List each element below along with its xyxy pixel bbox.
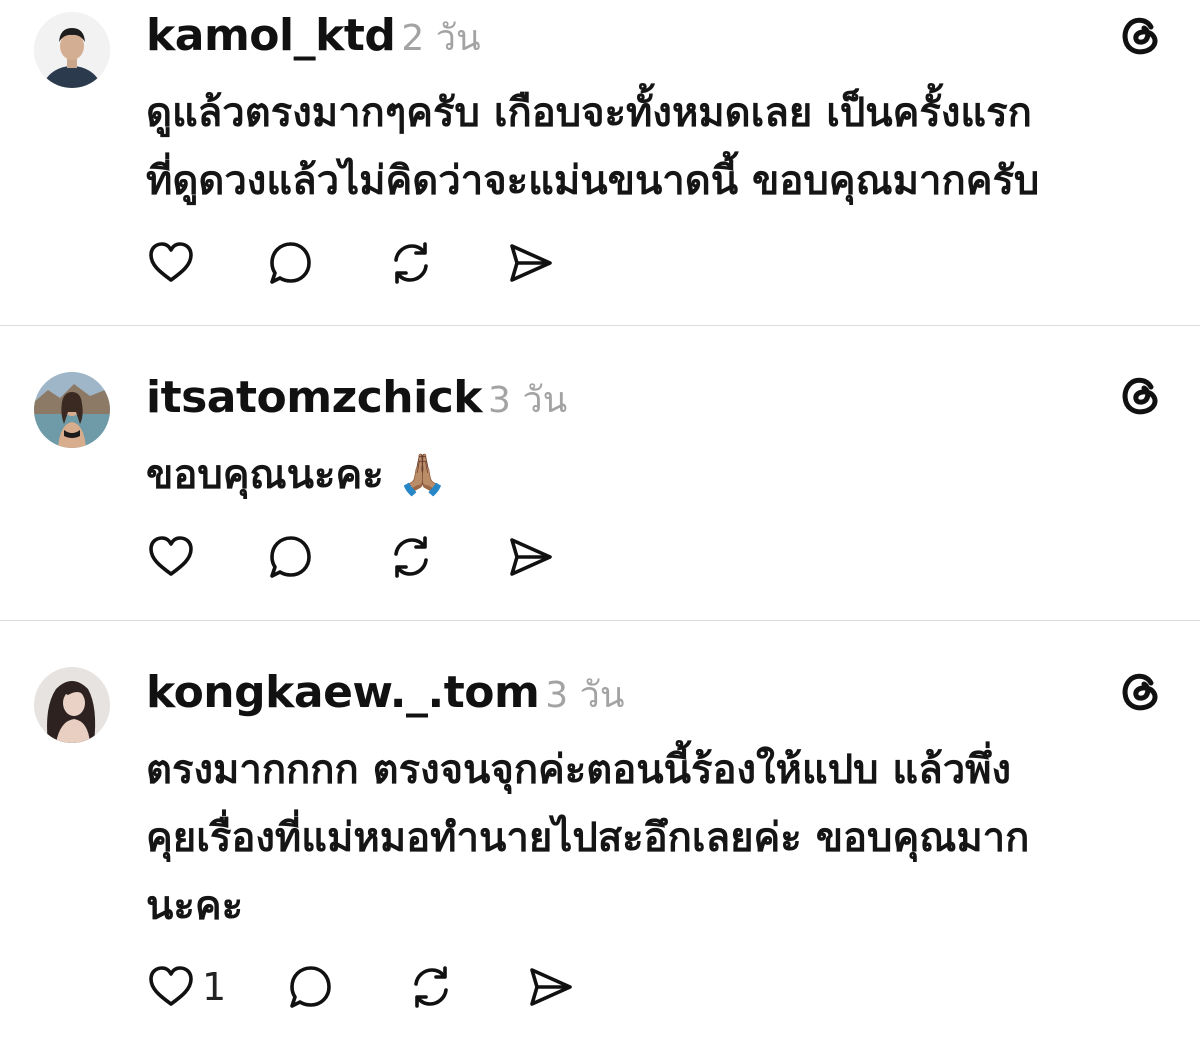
repost-icon (386, 532, 436, 582)
repost-button[interactable] (386, 532, 436, 582)
comment-icon (286, 962, 336, 1012)
reply-button[interactable] (266, 532, 316, 582)
reply-feed: kamol_ktd 2 วัน ดูแล้วตรงมากๆครับ เกือบจะ… (0, 0, 1200, 1040)
post-header: kongkaew._.tom 3 วัน (146, 671, 624, 715)
username-link[interactable]: kongkaew._.tom (146, 667, 540, 718)
heart-icon (146, 532, 196, 582)
post-text: ดูแล้วตรงมากๆครับ เกือบจะทั้งหมดเลย เป็น… (146, 90, 1040, 204)
repost-icon (406, 962, 456, 1012)
send-icon (506, 532, 556, 582)
reply-button[interactable] (266, 238, 316, 288)
heart-icon (146, 238, 196, 288)
comment-icon (266, 532, 316, 582)
share-button[interactable] (506, 238, 556, 288)
post-text: ตรงมากกกก ตรงจนจุกค่ะตอนนี้ร้องให้แปบ แล… (146, 747, 1030, 929)
send-icon (506, 238, 556, 288)
action-bar (146, 238, 626, 288)
threads-icon[interactable] (1116, 10, 1166, 60)
thread-post: kongkaew._.tom 3 วัน ตรงมากกกก ตรงจนจุกค่… (0, 622, 1200, 1040)
timestamp: 3 วัน (488, 380, 568, 421)
action-bar: 1 (146, 962, 646, 1012)
thread-post: itsatomzchick 3 วัน ขอบคุณนะคะ 🙏🏽 (0, 327, 1200, 621)
send-icon (526, 962, 576, 1012)
like-count: 1 (202, 965, 227, 1009)
share-button[interactable] (526, 962, 576, 1012)
repost-button[interactable] (386, 238, 436, 288)
heart-icon (146, 962, 196, 1012)
comment-icon (266, 238, 316, 288)
avatar[interactable] (34, 667, 110, 743)
username-link[interactable]: kamol_ktd (146, 10, 396, 61)
post-header: itsatomzchick 3 วัน (146, 376, 567, 420)
repost-button[interactable] (406, 962, 456, 1012)
like-button[interactable] (146, 532, 196, 582)
action-bar (146, 532, 626, 582)
username-link[interactable]: itsatomzchick (146, 372, 483, 423)
reply-button[interactable] (286, 962, 336, 1012)
post-text: ขอบคุณนะคะ 🙏🏽 (146, 452, 448, 498)
like-button[interactable] (146, 238, 196, 288)
threads-icon[interactable] (1116, 666, 1166, 716)
repost-icon (386, 238, 436, 288)
threads-icon[interactable] (1116, 370, 1166, 420)
timestamp: 3 วัน (545, 675, 625, 716)
share-button[interactable] (506, 532, 556, 582)
timestamp: 2 วัน (401, 18, 481, 59)
avatar[interactable] (34, 372, 110, 448)
thread-post: kamol_ktd 2 วัน ดูแล้วตรงมากๆครับ เกือบจะ… (0, 0, 1200, 326)
like-button[interactable]: 1 (146, 962, 226, 1012)
post-header: kamol_ktd 2 วัน (146, 14, 481, 58)
avatar[interactable] (34, 12, 110, 88)
